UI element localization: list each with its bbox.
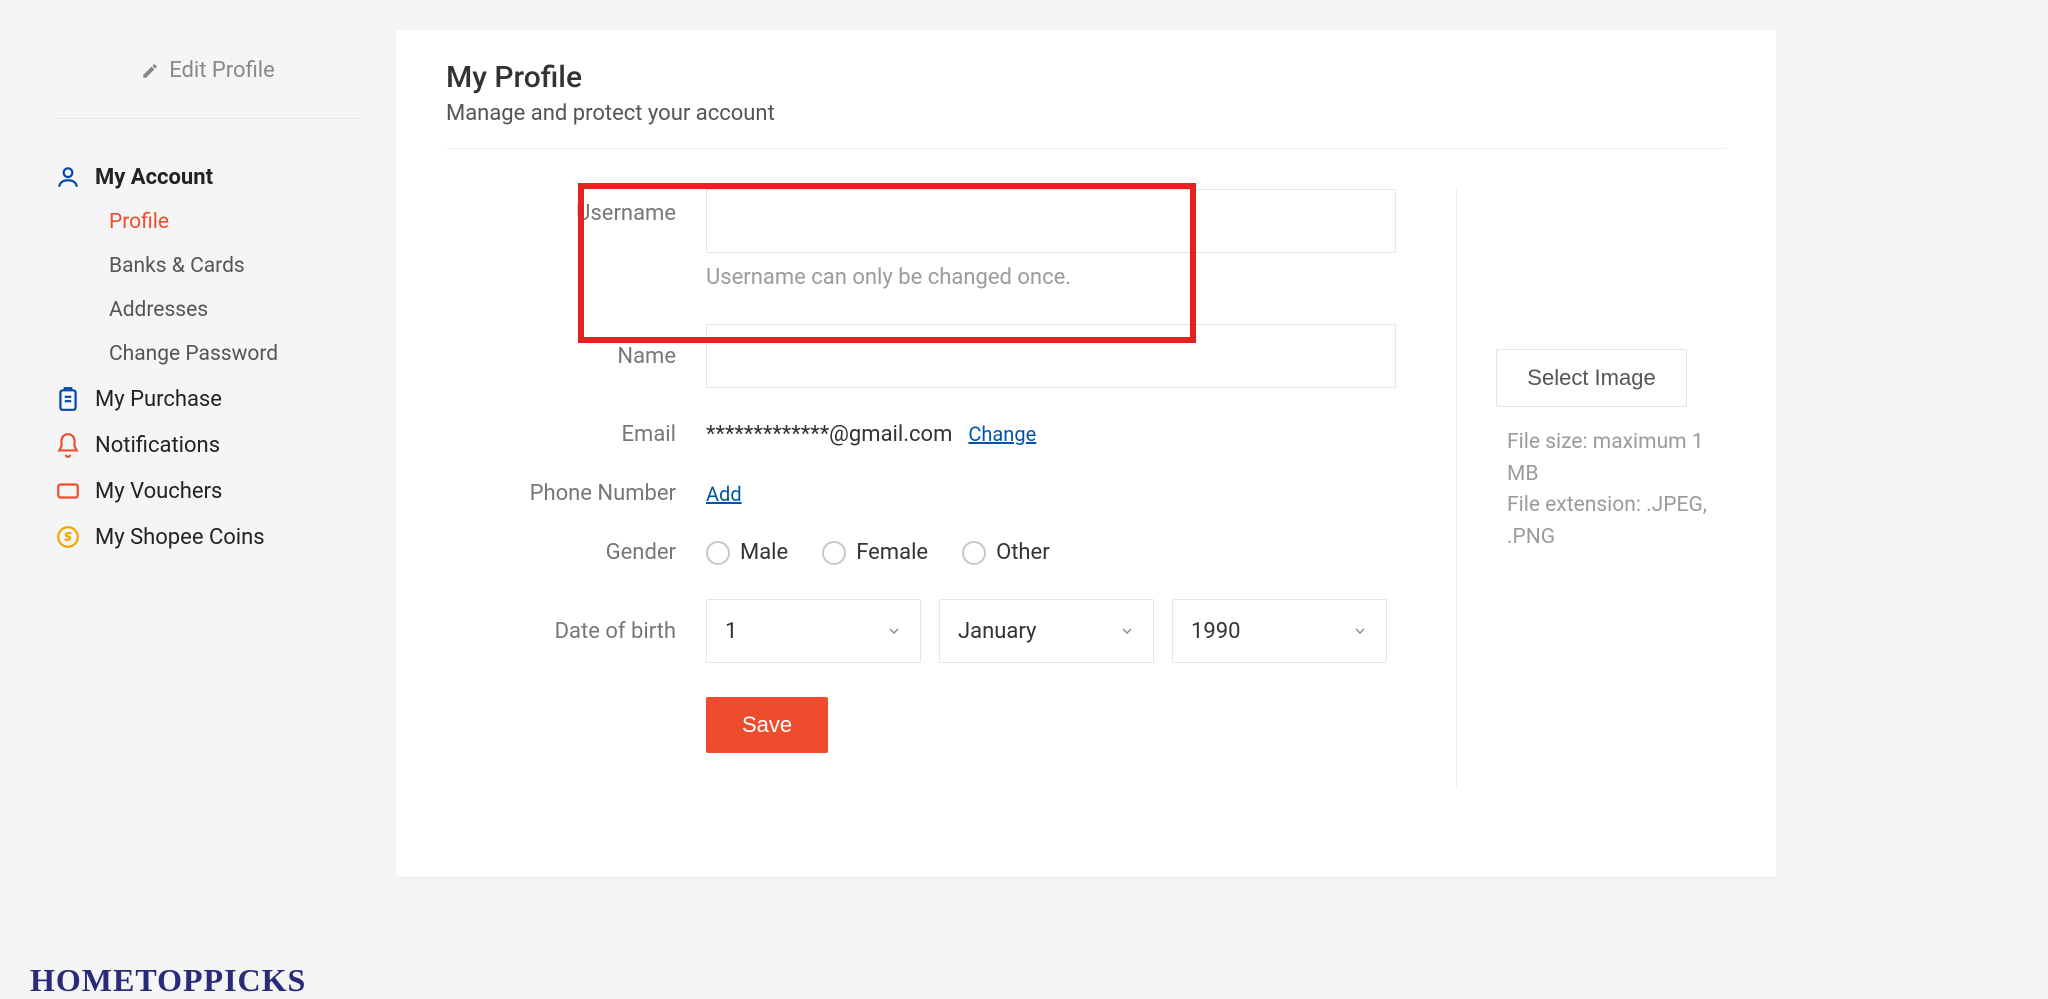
username-hint: Username can only be changed once. bbox=[706, 265, 1396, 290]
pencil-icon bbox=[141, 62, 159, 80]
clipboard-icon bbox=[55, 386, 81, 412]
sidebar-item-label: My Vouchers bbox=[95, 479, 222, 504]
sidebar-subitem-change-password[interactable]: Change Password bbox=[109, 332, 361, 376]
sidebar-item-notifications[interactable]: Notifications bbox=[55, 422, 361, 468]
dob-month-select[interactable]: January bbox=[939, 599, 1154, 663]
edit-profile-label: Edit Profile bbox=[169, 58, 275, 83]
email-label: Email bbox=[446, 422, 706, 447]
sidebar-item-my-account[interactable]: My Account bbox=[55, 154, 361, 200]
select-image-button[interactable]: Select Image bbox=[1496, 349, 1686, 407]
save-button[interactable]: Save bbox=[706, 697, 828, 753]
username-input[interactable] bbox=[706, 189, 1396, 253]
name-label: Name bbox=[446, 344, 706, 369]
radio-icon bbox=[962, 541, 986, 565]
file-size-hint: File size: maximum 1 MB bbox=[1507, 427, 1726, 490]
sidebar-nav: My Account Profile Banks & Cards Address… bbox=[55, 154, 361, 560]
watermark: HOMETOPPICKS bbox=[30, 962, 306, 999]
dob-day-select[interactable]: 1 bbox=[706, 599, 921, 663]
email-change-link[interactable]: Change bbox=[968, 422, 1036, 446]
user-icon bbox=[55, 164, 81, 190]
sidebar-subitem-addresses[interactable]: Addresses bbox=[109, 288, 361, 332]
radio-icon bbox=[706, 541, 730, 565]
username-label: Username bbox=[446, 189, 706, 226]
gender-label: Gender bbox=[446, 540, 706, 565]
edit-profile-link[interactable]: Edit Profile bbox=[55, 58, 361, 119]
phone-add-link[interactable]: Add bbox=[706, 482, 742, 506]
sidebar-item-shopee-coins[interactable]: My Shopee Coins bbox=[55, 514, 361, 560]
coin-icon bbox=[55, 524, 81, 550]
name-input[interactable] bbox=[706, 324, 1396, 388]
voucher-icon bbox=[55, 478, 81, 504]
chevron-down-icon bbox=[1119, 623, 1135, 639]
sidebar-item-label: My Purchase bbox=[95, 387, 222, 412]
sidebar-subitem-banks-cards[interactable]: Banks & Cards bbox=[109, 244, 361, 288]
sidebar-subitem-profile[interactable]: Profile bbox=[109, 200, 361, 244]
page-title: My Profile bbox=[446, 60, 1726, 95]
chevron-down-icon bbox=[1352, 623, 1368, 639]
gender-radio-other[interactable]: Other bbox=[962, 540, 1050, 565]
sidebar-item-label: Notifications bbox=[95, 433, 220, 458]
phone-label: Phone Number bbox=[446, 481, 706, 506]
email-value: *************@gmail.com bbox=[706, 422, 952, 447]
dob-year-select[interactable]: 1990 bbox=[1172, 599, 1387, 663]
chevron-down-icon bbox=[886, 623, 902, 639]
file-ext-hint: File extension: .JPEG, .PNG bbox=[1507, 490, 1726, 553]
sidebar-item-label: My Shopee Coins bbox=[95, 525, 265, 550]
gender-radio-male[interactable]: Male bbox=[706, 540, 788, 565]
page-subtitle: Manage and protect your account bbox=[446, 101, 1726, 126]
dob-label: Date of birth bbox=[446, 619, 706, 644]
bell-icon bbox=[55, 432, 81, 458]
sidebar-item-my-purchase[interactable]: My Purchase bbox=[55, 376, 361, 422]
sidebar-item-label: My Account bbox=[95, 165, 213, 190]
main-panel: My Profile Manage and protect your accou… bbox=[396, 30, 1776, 877]
gender-radio-female[interactable]: Female bbox=[822, 540, 928, 565]
radio-icon bbox=[822, 541, 846, 565]
sidebar-item-my-vouchers[interactable]: My Vouchers bbox=[55, 468, 361, 514]
divider bbox=[446, 148, 1726, 149]
